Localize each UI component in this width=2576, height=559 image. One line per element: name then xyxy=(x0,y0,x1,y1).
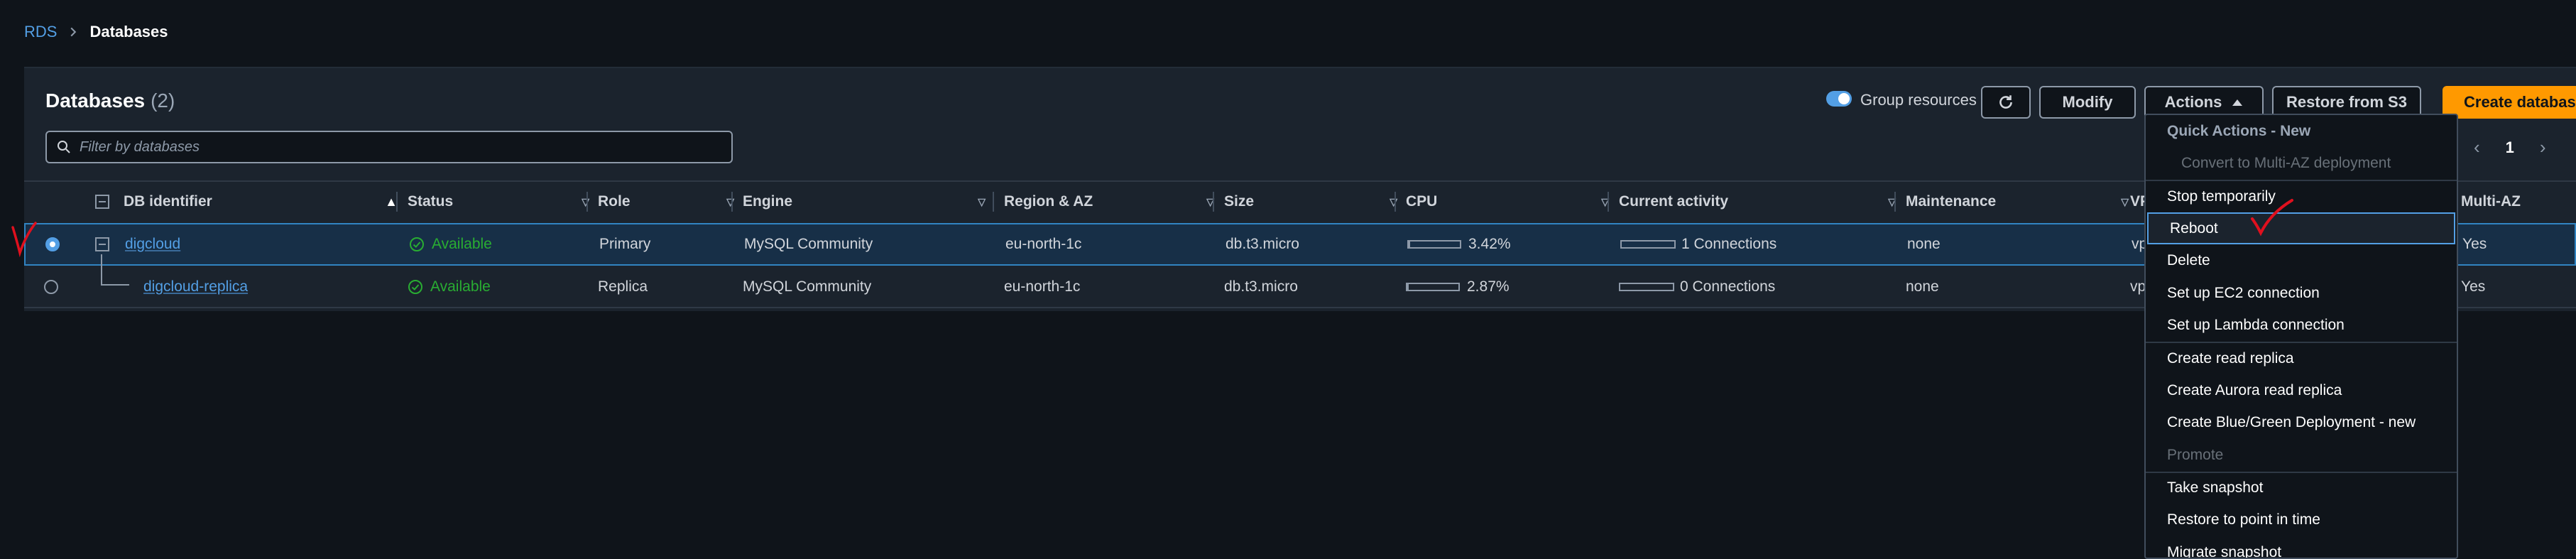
menu-item-reboot[interactable]: Reboot xyxy=(2147,212,2455,245)
header-cpu[interactable]: CPU ▽ xyxy=(1395,182,1619,222)
search-icon xyxy=(58,141,70,153)
cpu-cell: 2.87% xyxy=(1406,267,1510,307)
menu-item-create-read-replica[interactable]: Create read replica xyxy=(2146,342,2457,374)
header-engine[interactable]: Engine ▽ xyxy=(731,182,995,222)
breadcrumb-rds-link[interactable]: RDS xyxy=(24,23,57,41)
sort-icon: ▽ xyxy=(978,195,986,207)
region-cell: eu-north-1c xyxy=(1004,278,1081,295)
annotation-tick-icon xyxy=(11,222,37,257)
sort-icon: ▽ xyxy=(1390,195,1397,207)
menu-item-delete[interactable]: Delete xyxy=(2146,244,2457,277)
breadcrumb: RDS Databases xyxy=(24,23,168,41)
vpc-cell: vp xyxy=(2130,278,2146,295)
check-circle-icon xyxy=(410,237,424,251)
header-db-identifier[interactable]: DB identifier ▲ xyxy=(124,182,408,222)
sort-icon: ▽ xyxy=(2121,195,2129,207)
next-page-icon[interactable]: › xyxy=(2540,136,2546,158)
multi-az-cell: Yes xyxy=(2462,236,2487,252)
status-badge: Available xyxy=(409,224,492,264)
cpu-bar xyxy=(1406,283,1460,291)
refresh-button[interactable] xyxy=(1981,86,2031,119)
menu-item-migrate-snapshot[interactable]: Migrate snapshot xyxy=(2146,536,2457,558)
activity-cell: 0 Connections xyxy=(1619,267,1775,307)
panel-title: Databases (2) xyxy=(45,89,175,112)
header-current-activity[interactable]: Current activity ▽ xyxy=(1608,182,1906,222)
caret-up-icon xyxy=(2232,99,2243,106)
radio-selected[interactable] xyxy=(45,237,60,251)
header-maintenance[interactable]: Maintenance ▽ xyxy=(1894,182,2139,222)
breadcrumb-current: Databases xyxy=(89,23,168,40)
maintenance-cell: none xyxy=(1906,278,1939,295)
role-cell: Primary xyxy=(599,236,651,252)
header-role[interactable]: Role ▽ xyxy=(586,182,744,222)
header-size[interactable]: Size ▽ xyxy=(1213,182,1407,222)
menu-item-restore-point-in-time[interactable]: Restore to point in time xyxy=(2146,504,2457,536)
filter-box[interactable] xyxy=(45,131,733,163)
region-cell: eu-north-1c xyxy=(1005,236,1082,252)
current-page[interactable]: 1 xyxy=(2506,139,2514,157)
header-multi-az[interactable]: Multi-AZ xyxy=(2461,182,2575,222)
activity-bar xyxy=(1620,240,1676,249)
panel-count: (2) xyxy=(151,89,175,112)
sort-icon: ▽ xyxy=(726,195,734,207)
row-collapse[interactable] xyxy=(95,224,109,264)
size-cell: db.t3.micro xyxy=(1224,278,1298,295)
refresh-icon xyxy=(1999,95,2012,109)
db-identifier-link[interactable]: digcloud-replica xyxy=(143,267,248,307)
maintenance-cell: none xyxy=(1907,236,1941,252)
menu-item-take-snapshot[interactable]: Take snapshot xyxy=(2146,471,2457,504)
header-status[interactable]: Status ▽ xyxy=(396,182,599,222)
menu-item-create-blue-green[interactable]: Create Blue/Green Deployment - new xyxy=(2146,406,2457,439)
size-cell: db.t3.micro xyxy=(1226,236,1299,252)
menu-item-create-aurora-replica[interactable]: Create Aurora read replica xyxy=(2146,374,2457,407)
actions-button-label: Actions xyxy=(2164,93,2222,111)
engine-cell: MySQL Community xyxy=(744,236,873,252)
group-resources-toggle[interactable] xyxy=(1826,91,1852,107)
activity-bar xyxy=(1619,283,1674,291)
panel-title-text: Databases xyxy=(45,89,146,112)
engine-cell: MySQL Community xyxy=(743,278,872,295)
filter-input[interactable] xyxy=(80,139,719,156)
db-identifier-link[interactable]: digcloud xyxy=(125,224,180,264)
menu-item-convert-multi-az: Convert to Multi-AZ deployment xyxy=(2181,155,2391,172)
multi-az-cell: Yes xyxy=(2461,278,2486,295)
row-select-radio[interactable] xyxy=(45,224,60,264)
menu-item-stop-temporarily[interactable]: Stop temporarily xyxy=(2146,180,2457,212)
cpu-bar-fill xyxy=(1409,241,1411,247)
header-region[interactable]: Region & AZ ▽ xyxy=(993,182,1224,222)
menu-item-promote: Promote xyxy=(2167,446,2224,463)
menu-item-setup-ec2[interactable]: Set up EC2 connection xyxy=(2146,277,2457,310)
pagination: ‹ 1 › xyxy=(2474,136,2546,158)
collapse-all-icon[interactable] xyxy=(95,195,109,209)
sort-icon: ▽ xyxy=(582,195,589,207)
cpu-cell: 3.42% xyxy=(1407,224,1511,264)
activity-cell: 1 Connections xyxy=(1620,224,1777,264)
cpu-bar-fill xyxy=(1407,284,1409,290)
annotation-checkmark-icon xyxy=(2251,199,2293,237)
collapse-icon[interactable] xyxy=(95,237,109,251)
group-resources-label: Group resources xyxy=(1860,91,1977,109)
check-circle-icon xyxy=(408,280,422,294)
status-badge: Available xyxy=(408,267,491,307)
radio-unselected[interactable] xyxy=(44,280,58,294)
modify-button[interactable]: Modify xyxy=(2039,86,2136,119)
menu-item-setup-lambda[interactable]: Set up Lambda connection xyxy=(2146,310,2457,342)
header-expand[interactable] xyxy=(95,182,109,222)
create-database-button[interactable]: Create database xyxy=(2443,86,2576,119)
menu-heading-quick-actions: Quick Actions - New xyxy=(2167,122,2311,139)
cpu-bar xyxy=(1407,240,1461,249)
chevron-right-icon xyxy=(70,27,77,37)
role-cell: Replica xyxy=(598,278,648,295)
row-select-radio[interactable] xyxy=(44,267,58,307)
previous-page-icon[interactable]: ‹ xyxy=(2474,136,2480,158)
actions-menu: Quick Actions - New Convert to Multi-AZ … xyxy=(2144,114,2458,559)
